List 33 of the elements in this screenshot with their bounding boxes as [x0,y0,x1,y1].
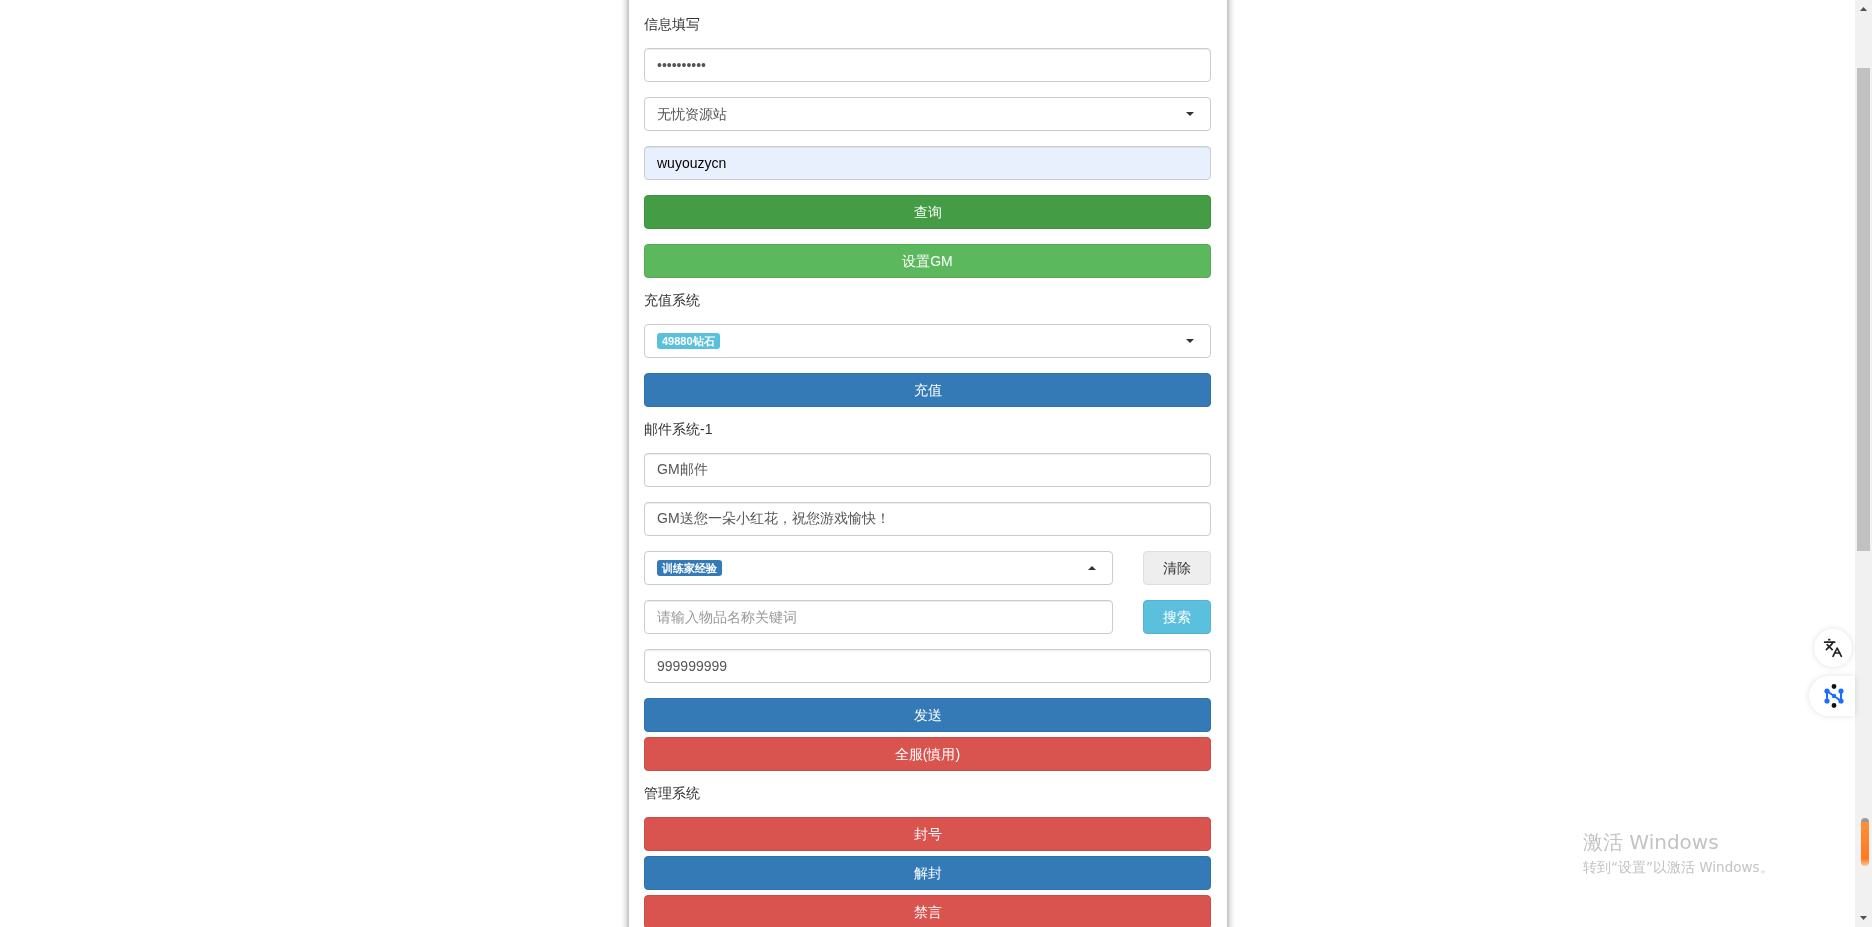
action-button[interactable]: 发送 [644,698,1211,732]
action-button[interactable]: 设置GM [644,244,1211,278]
section-heading: 管理系统 [644,784,700,803]
scrollbar-thumb[interactable] [1857,68,1870,551]
scroll-up-icon[interactable] [1860,7,1867,11]
text-field[interactable]: GM送您一朵小红花，祝您游戏愉快！ [644,502,1211,536]
section-heading: 信息填写 [644,15,700,34]
dropdown-select[interactable]: 训练家经验 [644,551,1113,585]
selected-tag: 训练家经验 [657,560,722,576]
translate-button[interactable] [1814,629,1852,667]
action-button[interactable]: 清除 [1143,551,1211,585]
activation-message: 转到“设置”以激活 Windows。 [1583,858,1774,877]
tool-button[interactable] [1809,676,1855,716]
search-field[interactable]: 请输入物品名称关键词 [644,600,1113,634]
activation-title: 激活 Windows [1583,829,1719,855]
action-button[interactable]: 封号 [644,817,1211,851]
scroll-down-icon[interactable] [1860,916,1867,920]
password-field[interactable]: •••••••••• [644,48,1211,82]
translate-icon [1823,638,1843,658]
action-button[interactable]: 查询 [644,195,1211,229]
text-field[interactable]: wuyouzycn [644,146,1211,180]
text-field[interactable]: GM邮件 [644,453,1211,487]
action-button[interactable]: 解封 [644,856,1211,890]
selected-tag: 49880钻石 [657,333,720,349]
scroll-marker-icon [1861,818,1869,866]
action-button[interactable]: 充值 [644,373,1211,407]
action-button[interactable]: 禁言 [644,895,1211,927]
section-heading: 邮件系统-1 [644,420,713,439]
text-field[interactable]: 999999999 [644,649,1211,683]
dropdown-select[interactable]: 无忧资源站 [644,97,1211,131]
action-button[interactable]: 全服(慎用) [644,737,1211,771]
node-graph-icon [1823,684,1845,708]
section-heading: 充值系统 [644,291,700,310]
